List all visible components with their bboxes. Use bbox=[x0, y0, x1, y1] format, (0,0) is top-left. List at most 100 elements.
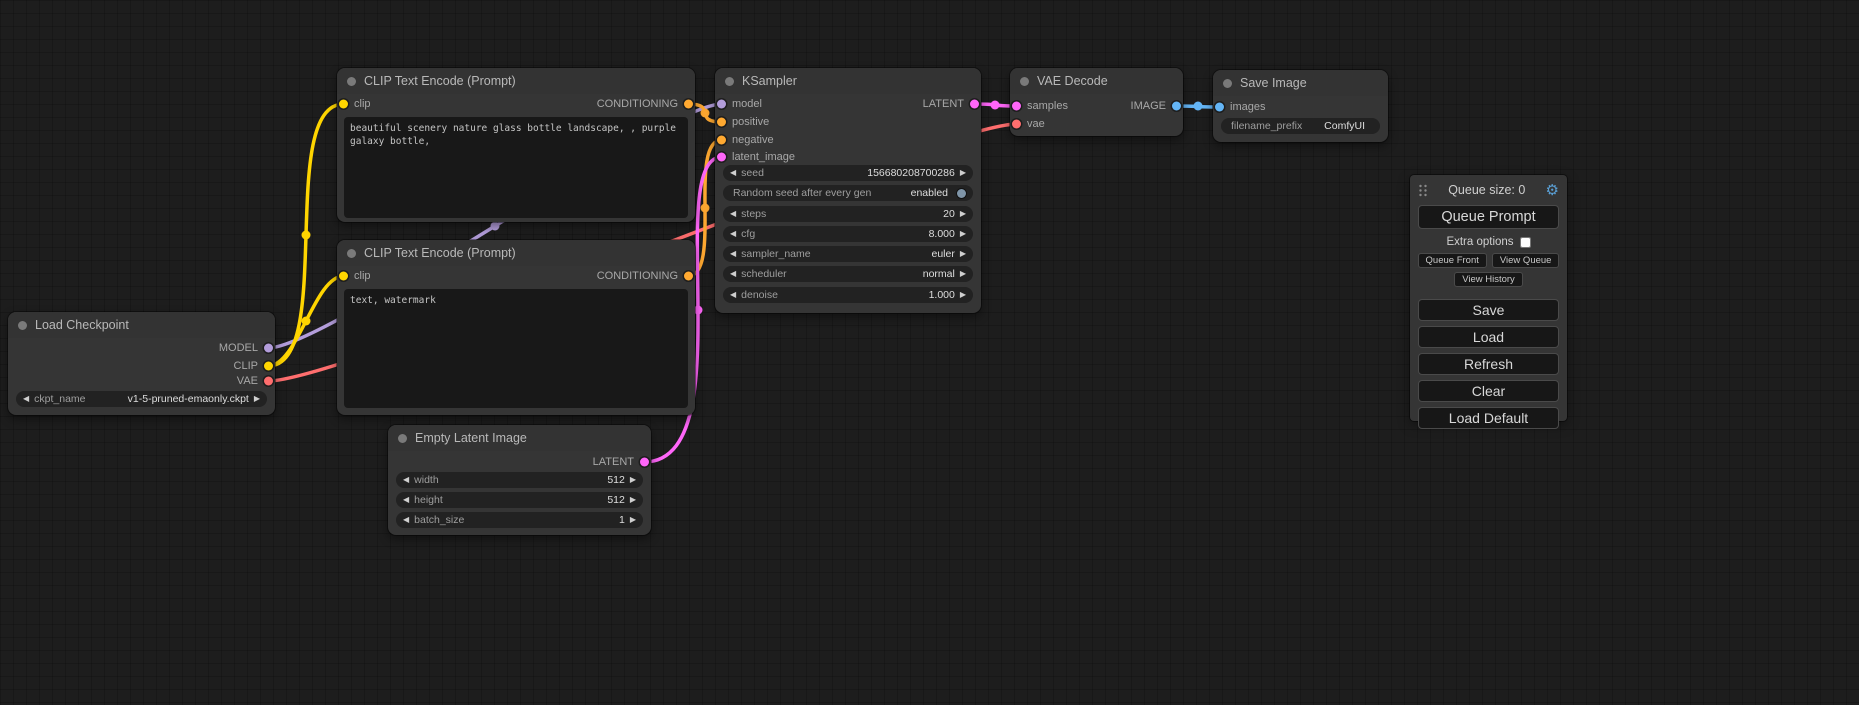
input-port-clip[interactable] bbox=[339, 272, 348, 281]
node-load-checkpoint[interactable]: Load Checkpoint MODEL CLIP VAE ◀ ckpt_na… bbox=[8, 312, 275, 415]
queue-front-button[interactable]: Queue Front bbox=[1418, 253, 1487, 268]
node-title-bar[interactable]: Load Checkpoint bbox=[8, 312, 275, 338]
node-ksampler[interactable]: KSampler model positive negative latent_… bbox=[715, 68, 981, 313]
clear-button[interactable]: Clear bbox=[1418, 380, 1559, 402]
widget-random-seed-toggle[interactable]: Random seed after every gen enabled bbox=[723, 185, 973, 201]
widget-sampler-name[interactable]: ◀ sampler_name euler ▶ bbox=[723, 246, 973, 262]
input-port-images[interactable] bbox=[1215, 103, 1224, 112]
decrement-arrow-icon[interactable]: ◀ bbox=[403, 516, 409, 524]
output-port-clip[interactable] bbox=[264, 362, 273, 371]
extra-options-row: Extra options bbox=[1410, 235, 1567, 249]
output-port-model[interactable] bbox=[264, 344, 273, 353]
output-label-image: IMAGE bbox=[1131, 100, 1166, 112]
widget-cfg[interactable]: ◀ cfg 8.000 ▶ bbox=[723, 226, 973, 242]
node-title-bar[interactable]: VAE Decode bbox=[1010, 68, 1183, 94]
decrement-arrow-icon[interactable]: ◀ bbox=[403, 496, 409, 504]
collapse-dot-icon[interactable] bbox=[347, 249, 356, 258]
output-port-conditioning[interactable] bbox=[684, 100, 693, 109]
decrement-arrow-icon[interactable]: ◀ bbox=[730, 270, 736, 278]
node-title-bar[interactable]: Save Image bbox=[1213, 70, 1388, 96]
widget-value: 20 bbox=[943, 208, 955, 220]
collapse-dot-icon[interactable] bbox=[1020, 77, 1029, 86]
drag-handle-icon[interactable] bbox=[1418, 184, 1428, 197]
output-port-conditioning[interactable] bbox=[684, 272, 693, 281]
settings-gear-icon[interactable]: ⚙ bbox=[1546, 183, 1559, 198]
prompt-textarea[interactable]: text, watermark bbox=[344, 289, 688, 408]
increment-arrow-icon[interactable]: ▶ bbox=[960, 169, 966, 177]
input-label-vae: vae bbox=[1027, 118, 1045, 130]
view-history-button[interactable]: View History bbox=[1454, 272, 1523, 287]
collapse-dot-icon[interactable] bbox=[347, 77, 356, 86]
refresh-button[interactable]: Refresh bbox=[1418, 353, 1559, 375]
decrement-arrow-icon[interactable]: ◀ bbox=[730, 210, 736, 218]
collapse-dot-icon[interactable] bbox=[725, 77, 734, 86]
node-title-bar[interactable]: Empty Latent Image bbox=[388, 425, 651, 451]
input-port-vae[interactable] bbox=[1012, 120, 1021, 129]
node-vae-decode[interactable]: VAE Decode samples vae IMAGE bbox=[1010, 68, 1183, 136]
increment-arrow-icon[interactable]: ▶ bbox=[960, 230, 966, 238]
input-port-clip[interactable] bbox=[339, 100, 348, 109]
widget-height[interactable]: ◀ height 512 ▶ bbox=[396, 492, 643, 508]
save-button[interactable]: Save bbox=[1418, 299, 1559, 321]
decrement-arrow-icon[interactable]: ◀ bbox=[730, 250, 736, 258]
input-port-positive[interactable] bbox=[717, 118, 726, 127]
widget-value: 156680208700286 bbox=[867, 167, 955, 179]
node-clip-text-encode-negative[interactable]: CLIP Text Encode (Prompt) clip CONDITION… bbox=[337, 240, 695, 415]
decrement-arrow-icon[interactable]: ◀ bbox=[730, 169, 736, 177]
widget-label: seed bbox=[741, 167, 764, 179]
output-port-vae[interactable] bbox=[264, 377, 273, 386]
node-title-bar[interactable]: CLIP Text Encode (Prompt) bbox=[337, 68, 695, 94]
node-empty-latent-image[interactable]: Empty Latent Image LATENT ◀ width 512 ▶ … bbox=[388, 425, 651, 535]
input-port-model[interactable] bbox=[717, 100, 726, 109]
load-default-button[interactable]: Load Default bbox=[1418, 407, 1559, 429]
collapse-dot-icon[interactable] bbox=[18, 321, 27, 330]
widget-label: width bbox=[414, 474, 439, 486]
view-queue-button[interactable]: View Queue bbox=[1492, 253, 1560, 268]
output-port-image[interactable] bbox=[1172, 102, 1181, 111]
load-button[interactable]: Load bbox=[1418, 326, 1559, 348]
increment-arrow-icon[interactable]: ▶ bbox=[254, 395, 260, 403]
widget-width[interactable]: ◀ width 512 ▶ bbox=[396, 472, 643, 488]
widget-scheduler[interactable]: ◀ scheduler normal ▶ bbox=[723, 266, 973, 282]
input-port-samples[interactable] bbox=[1012, 102, 1021, 111]
queue-size-label: Queue size: 0 bbox=[1428, 183, 1546, 197]
decrement-arrow-icon[interactable]: ◀ bbox=[403, 476, 409, 484]
decrement-arrow-icon[interactable]: ◀ bbox=[23, 395, 29, 403]
node-title-label: Empty Latent Image bbox=[415, 431, 527, 445]
input-port-latent-image[interactable] bbox=[717, 153, 726, 162]
increment-arrow-icon[interactable]: ▶ bbox=[960, 291, 966, 299]
node-title-label: Load Checkpoint bbox=[35, 318, 129, 332]
node-title-label: KSampler bbox=[742, 74, 797, 88]
extra-options-checkbox[interactable] bbox=[1520, 237, 1531, 248]
widget-denoise[interactable]: ◀ denoise 1.000 ▶ bbox=[723, 287, 973, 303]
widget-batch-size[interactable]: ◀ batch_size 1 ▶ bbox=[396, 512, 643, 528]
decrement-arrow-icon[interactable]: ◀ bbox=[730, 230, 736, 238]
node-save-image[interactable]: Save Image images filename_prefix ComfyU… bbox=[1213, 70, 1388, 142]
increment-arrow-icon[interactable]: ▶ bbox=[630, 516, 636, 524]
input-label-latent-image: latent_image bbox=[732, 151, 795, 163]
increment-arrow-icon[interactable]: ▶ bbox=[630, 476, 636, 484]
input-port-negative[interactable] bbox=[717, 136, 726, 145]
increment-arrow-icon[interactable]: ▶ bbox=[960, 250, 966, 258]
widget-value: 1.000 bbox=[929, 289, 955, 301]
node-clip-text-encode-positive[interactable]: CLIP Text Encode (Prompt) clip CONDITION… bbox=[337, 68, 695, 222]
increment-arrow-icon[interactable]: ▶ bbox=[960, 270, 966, 278]
collapse-dot-icon[interactable] bbox=[398, 434, 407, 443]
output-port-latent[interactable] bbox=[640, 458, 649, 467]
queue-prompt-button[interactable]: Queue Prompt bbox=[1418, 205, 1559, 229]
node-title-bar[interactable]: CLIP Text Encode (Prompt) bbox=[337, 240, 695, 266]
node-title-bar[interactable]: KSampler bbox=[715, 68, 981, 94]
collapse-dot-icon[interactable] bbox=[1223, 79, 1232, 88]
widget-seed[interactable]: ◀ seed 156680208700286 ▶ bbox=[723, 165, 973, 181]
toggle-dot-icon[interactable] bbox=[957, 189, 966, 198]
output-port-latent[interactable] bbox=[970, 100, 979, 109]
widget-ckpt-name[interactable]: ◀ ckpt_name v1-5-pruned-emaonly.ckpt ▶ bbox=[16, 391, 267, 407]
prompt-textarea[interactable]: beautiful scenery nature glass bottle la… bbox=[344, 117, 688, 218]
increment-arrow-icon[interactable]: ▶ bbox=[630, 496, 636, 504]
wire-cond-positive-midpoint-dot bbox=[701, 109, 710, 118]
increment-arrow-icon[interactable]: ▶ bbox=[960, 210, 966, 218]
widget-filename-prefix[interactable]: filename_prefix ComfyUI bbox=[1221, 118, 1380, 134]
widget-value: 1 bbox=[619, 514, 625, 526]
widget-steps[interactable]: ◀ steps 20 ▶ bbox=[723, 206, 973, 222]
decrement-arrow-icon[interactable]: ◀ bbox=[730, 291, 736, 299]
